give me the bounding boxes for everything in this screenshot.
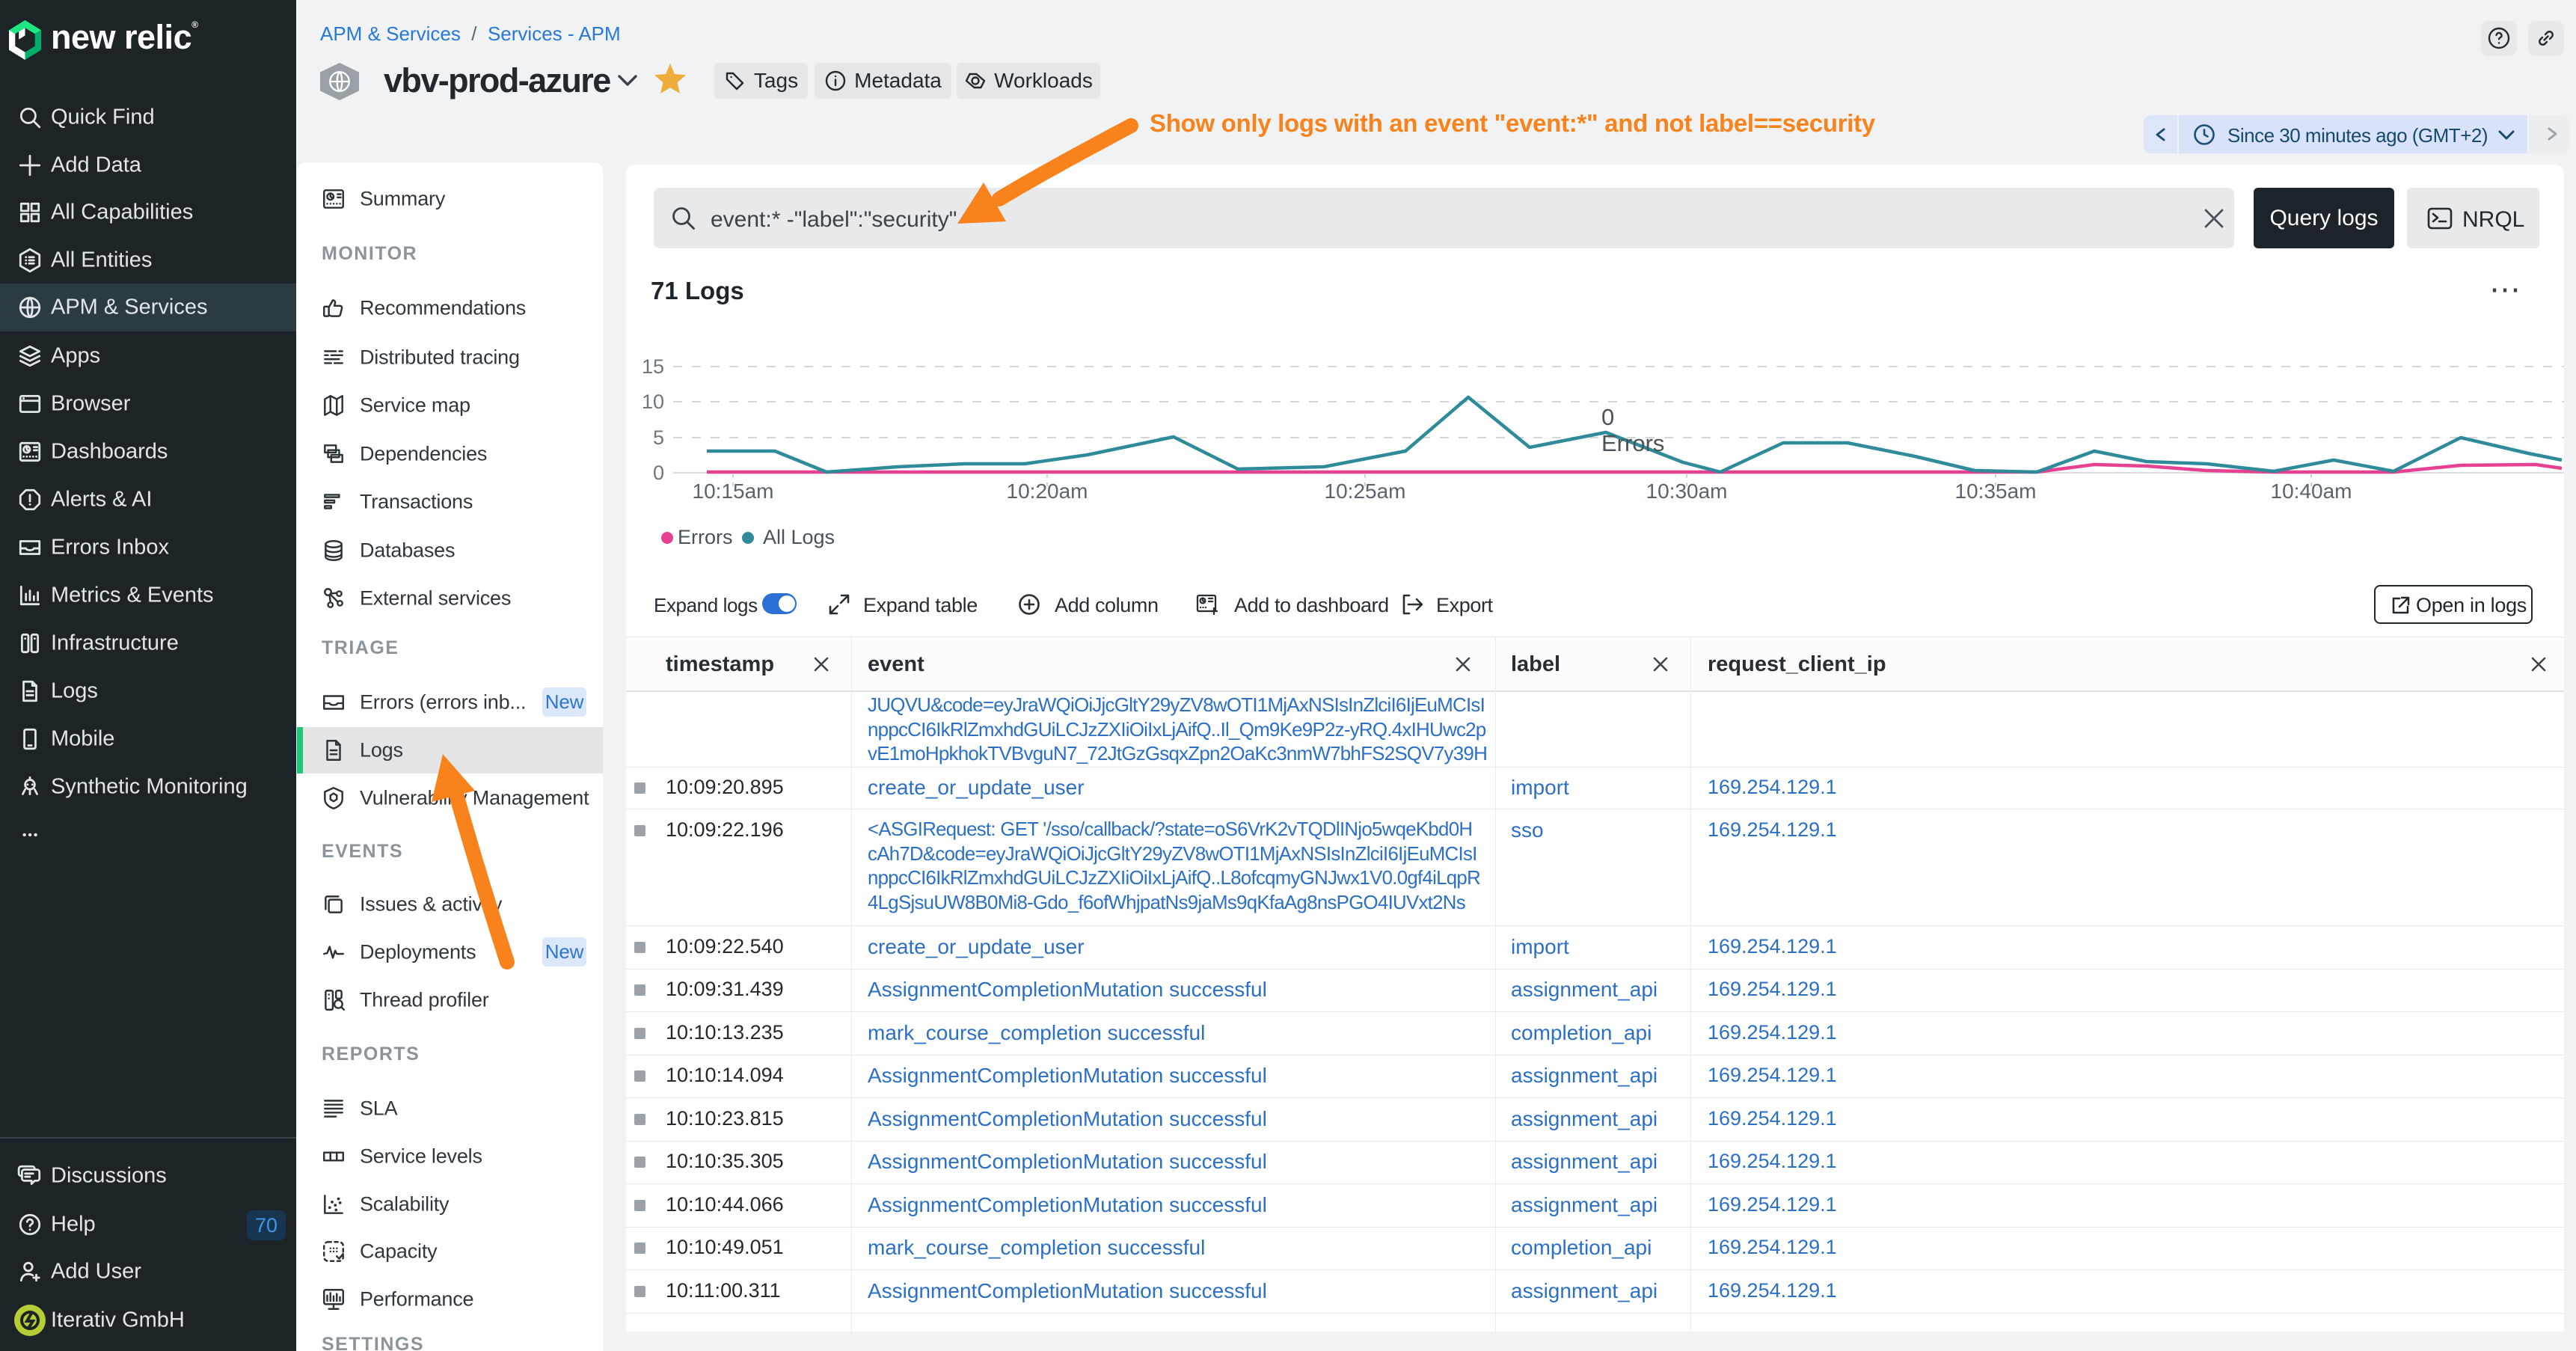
svg-text:0: 0 [1601,404,1614,430]
svg-text:10:30am: 10:30am [1646,480,1728,503]
svg-text:10:40am: 10:40am [2271,480,2352,503]
svg-text:10:15am: 10:15am [693,480,774,503]
svg-text:10:25am: 10:25am [1325,480,1406,503]
svg-text:15: 15 [642,355,664,378]
svg-text:0: 0 [653,462,664,484]
svg-text:10: 10 [642,390,664,413]
svg-text:Errors: Errors [1601,430,1664,456]
svg-text:5: 5 [653,426,664,449]
svg-text:10:20am: 10:20am [1007,480,1088,503]
svg-text:10:35am: 10:35am [1955,480,2037,503]
